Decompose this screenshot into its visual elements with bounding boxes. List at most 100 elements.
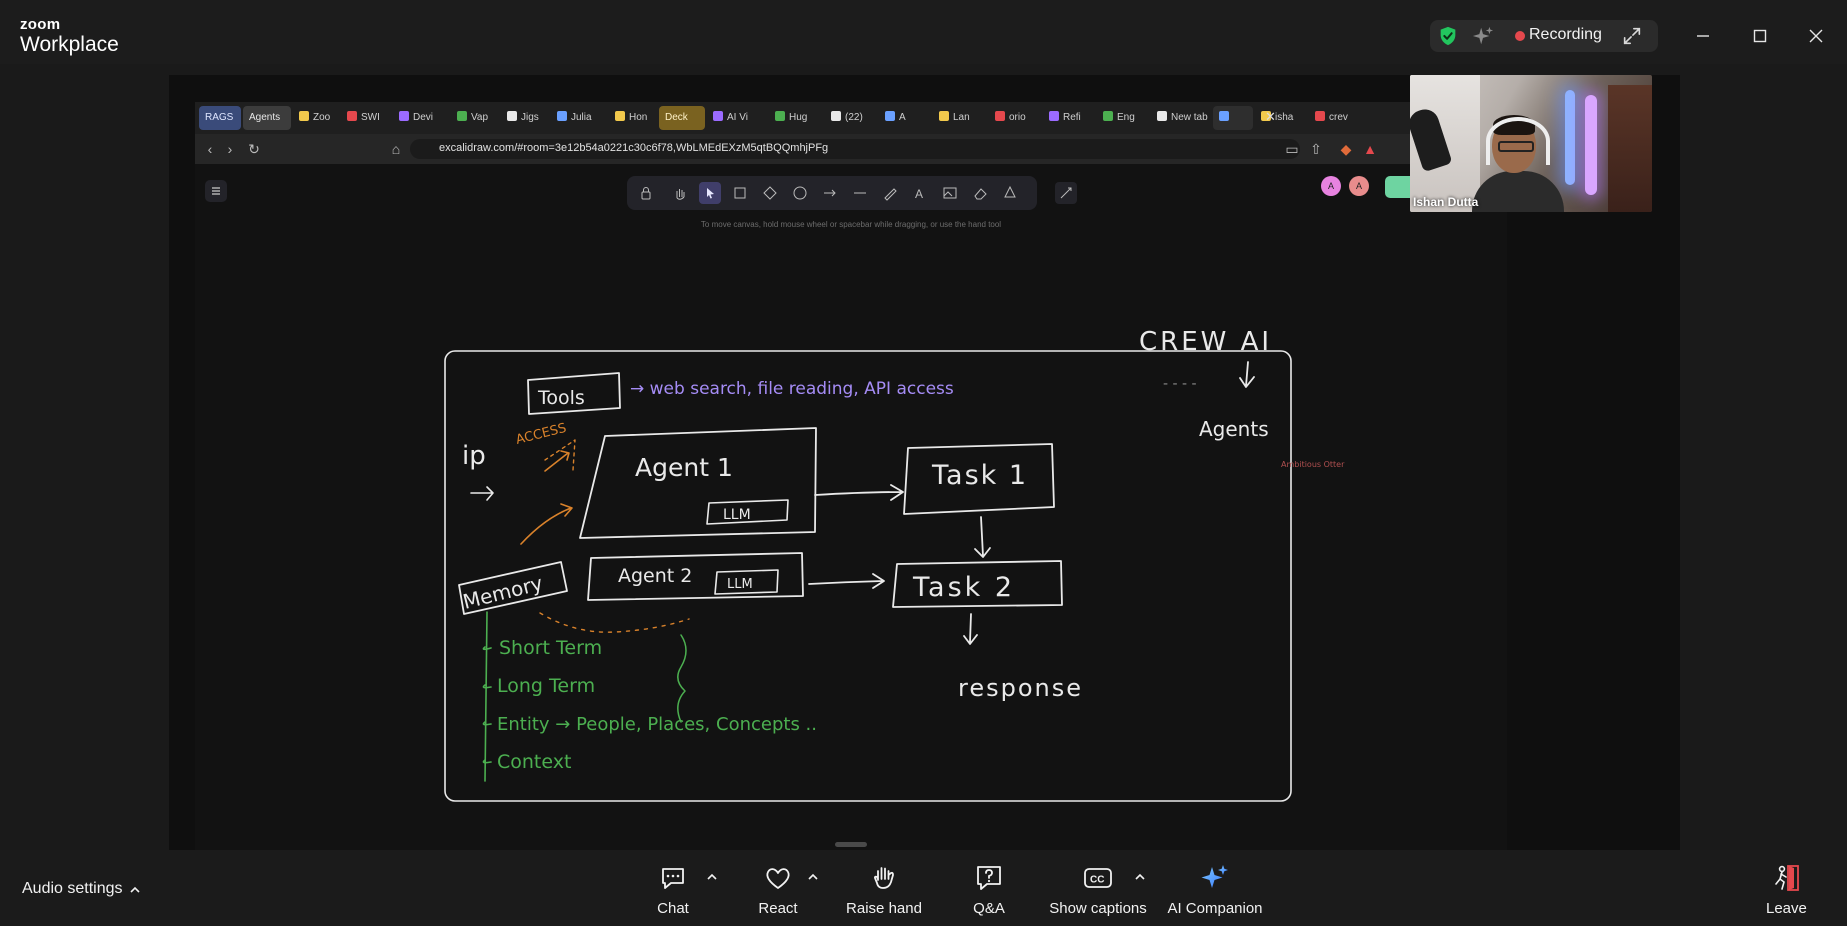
tab-favicon-icon — [457, 111, 467, 121]
browser-tab[interactable]: orio — [989, 106, 1041, 130]
arrow-crew-agents[interactable] — [1239, 361, 1255, 388]
brave-rewards-icon[interactable]: ▲ — [1361, 140, 1379, 158]
tab-close-icon[interactable]: ✕ — [1265, 109, 1276, 125]
excalidraw-canvas[interactable]: A To move canvas, hold mouse wheel or sp… — [195, 164, 1507, 850]
browser-tab[interactable]: Zoo — [293, 106, 339, 130]
tab-label: Hon — [629, 112, 648, 123]
browser-tab[interactable]: Deck — [659, 106, 705, 130]
browser-tab[interactable]: Devi — [393, 106, 449, 130]
agent1-box[interactable] — [579, 427, 817, 539]
memory-tree-trunk[interactable] — [484, 611, 488, 782]
chevron-up-icon[interactable] — [807, 872, 819, 882]
raise-hand-button[interactable]: Raise hand — [846, 862, 922, 922]
recording-label[interactable]: Recording — [1529, 26, 1602, 44]
browser-tab[interactable]: SWI — [341, 106, 391, 130]
react-label: React — [758, 900, 798, 917]
bookmark-icon[interactable]: ⌂ — [387, 140, 405, 158]
chevron-up-icon[interactable] — [129, 884, 141, 896]
browser-tab[interactable]: Vap — [451, 106, 499, 130]
participant-video[interactable]: Ishan Dutta — [1410, 75, 1652, 212]
tab-favicon-icon — [557, 111, 567, 121]
memory-tree-branches[interactable] — [482, 646, 492, 764]
url-text[interactable]: excalidraw.com/#room=3e12b54a0221c30c6f7… — [439, 142, 828, 154]
llm1-label[interactable]: LLM — [723, 507, 751, 523]
agents-label[interactable]: Agents — [1199, 417, 1269, 441]
task1-label[interactable]: Task 1 — [931, 460, 1028, 491]
browser-tab[interactable]: Julia — [551, 106, 607, 130]
browser-tab[interactable]: Hon — [609, 106, 657, 130]
tab-label: (22) — [845, 112, 863, 123]
short-term-label[interactable]: Short Term — [499, 637, 602, 659]
browser-tab[interactable]: New tab — [1151, 106, 1211, 130]
context-label[interactable]: Context — [497, 751, 571, 773]
ai-sparkle-icon — [1201, 865, 1228, 888]
task2-label[interactable]: Task 2 — [912, 572, 1015, 603]
audio-settings-button[interactable]: Audio settings — [22, 880, 123, 898]
memory-agent2-dashed[interactable] — [539, 612, 690, 633]
ai-companion-button[interactable]: AI Companion — [1165, 862, 1265, 922]
shield-check-icon[interactable] — [1437, 25, 1459, 47]
ip-label[interactable]: ip — [462, 441, 486, 471]
browser-tab[interactable]: AI Vi — [707, 106, 767, 130]
react-button[interactable]: React — [758, 862, 798, 922]
chat-label: Chat — [657, 900, 689, 917]
browser-tab[interactable]: Refi — [1043, 106, 1095, 130]
show-captions-button[interactable]: CC Show captions — [1049, 862, 1147, 922]
share-page-icon[interactable]: ⇧ — [1307, 140, 1325, 158]
qa-button[interactable]: Q&A — [973, 862, 1005, 922]
memory-label[interactable]: Memory — [460, 571, 545, 614]
tab-label: orio — [1009, 112, 1026, 123]
browser-tab[interactable]: isha — [1255, 106, 1307, 130]
maximize-icon[interactable] — [1746, 22, 1774, 50]
access-arrow-2[interactable] — [544, 439, 576, 471]
back-icon[interactable]: ‹ — [201, 140, 219, 158]
memory-brace[interactable] — [677, 634, 687, 723]
memory-to-agent-arrow[interactable] — [520, 503, 573, 545]
tools-label[interactable]: Tools — [537, 387, 585, 409]
participant-name: Ishan Dutta — [1413, 195, 1479, 209]
canvas-scroll-handle[interactable] — [835, 842, 867, 847]
browser-tab[interactable]: Jigs — [501, 106, 549, 130]
browser-tab[interactable] — [1213, 106, 1253, 130]
reload-icon[interactable]: ↻ — [245, 140, 263, 158]
ai-sparkle-icon[interactable] — [1472, 25, 1494, 47]
cast-icon[interactable]: ▭ — [1283, 140, 1301, 158]
tab-label: Vap — [471, 112, 489, 123]
browser-tab[interactable]: Eng — [1097, 106, 1149, 130]
crew-ai-title[interactable]: CREW AI — [1139, 327, 1272, 357]
arrow-task2-response[interactable] — [963, 613, 978, 645]
agent1-label[interactable]: Agent 1 — [635, 453, 733, 482]
raise-hand-label: Raise hand — [846, 900, 922, 917]
entity-label[interactable]: Entity → People, Places, Concepts .. — [497, 714, 817, 735]
arrow-input[interactable] — [470, 486, 494, 501]
arrow-agent1-task1[interactable] — [814, 484, 904, 501]
chevron-up-icon[interactable] — [706, 872, 718, 882]
ellipsis[interactable]: - - - - — [1163, 376, 1197, 392]
access-label[interactable]: ACCESS — [514, 421, 568, 448]
brave-shield-icon[interactable]: ◆ — [1337, 140, 1355, 158]
browser-tab[interactable]: RAGS — [199, 106, 241, 130]
chat-button[interactable]: Chat — [655, 862, 691, 922]
close-icon[interactable] — [1802, 22, 1830, 50]
minimize-icon[interactable] — [1689, 22, 1717, 50]
long-term-label[interactable]: Long Term — [497, 675, 595, 697]
browser-tab[interactable]: Hug — [769, 106, 823, 130]
tab-label: Jigs — [521, 112, 539, 123]
leave-button[interactable]: Leave — [1766, 862, 1807, 922]
forward-icon[interactable]: › — [221, 140, 239, 158]
arrow-agent2-task2[interactable] — [808, 573, 885, 589]
tools-desc[interactable]: → web search, file reading, API access — [630, 379, 954, 399]
llm2-label[interactable]: LLM — [727, 577, 753, 592]
expand-icon[interactable] — [1621, 25, 1643, 47]
browser-tab[interactable]: Agents — [243, 106, 291, 130]
chevron-up-icon[interactable] — [1134, 872, 1146, 882]
browser-tab[interactable]: crev — [1309, 106, 1365, 130]
browser-tab[interactable]: (22) — [825, 106, 877, 130]
agent2-label[interactable]: Agent 2 — [618, 565, 692, 587]
arrow-task1-task2[interactable] — [974, 516, 991, 558]
tab-favicon-icon — [299, 111, 309, 121]
response-label[interactable]: response — [958, 674, 1083, 702]
browser-tab[interactable]: Lan — [933, 106, 987, 130]
browser-tab[interactable]: A — [879, 106, 931, 130]
access-arrow-1[interactable] — [544, 450, 570, 472]
